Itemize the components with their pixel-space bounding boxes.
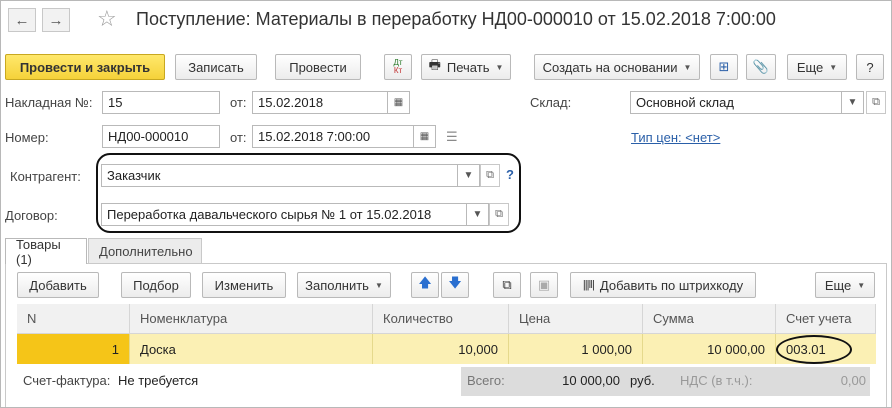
cell-n[interactable]: 1 [17, 334, 130, 364]
help-button[interactable]: ? [856, 54, 884, 80]
page-title: Поступление: Материалы в переработку НД0… [136, 9, 776, 29]
hierarchy-icon: ⊞ [718, 59, 730, 74]
column-header-account[interactable]: Счет учета [776, 304, 876, 334]
invoice-number-field[interactable]: 15 [102, 91, 220, 114]
doc-date-label: от: [230, 130, 247, 145]
column-header-n[interactable]: N [17, 304, 130, 334]
dropdown-caret-icon[interactable]: ▼ [842, 91, 864, 114]
add-row-button[interactable]: Добавить [17, 272, 99, 298]
post-and-close-button[interactable]: Провести и закрыть [5, 54, 165, 80]
open-icon[interactable]: ⧉ [480, 164, 500, 187]
cell-price[interactable]: 1 000,00 [509, 334, 643, 364]
dropdown-caret-icon[interactable]: ▼ [458, 164, 480, 187]
doc-datetime-field[interactable]: 15.02.2018 7:00:00 [252, 125, 414, 148]
more-button[interactable]: Еще ▼ [787, 54, 847, 80]
back-button[interactable]: ← [8, 8, 36, 32]
select-button[interactable]: Подбор [121, 272, 191, 298]
arrow-down-icon: 🡇 [448, 275, 462, 290]
back-arrow-icon: ← [14, 11, 30, 29]
tab-goods[interactable]: Товары (1) [5, 237, 87, 267]
invoice-label: Счет-фактура: [23, 373, 111, 388]
warehouse-label: Склад: [530, 95, 572, 110]
invoice-number-label: Накладная №: [5, 95, 93, 110]
cell-quantity[interactable]: 10,000 [373, 334, 509, 364]
dropdown-caret-icon[interactable]: ▼ [467, 203, 489, 226]
number-label: Номер: [5, 130, 49, 145]
dropdown-caret-icon: ▼ [857, 280, 866, 290]
add-by-barcode-label: Добавить по штрихкоду [599, 277, 744, 293]
table-more-label: Еще [824, 277, 852, 293]
tab-additional[interactable]: Дополнительно [88, 238, 202, 264]
dropdown-caret-icon: ▼ [374, 280, 383, 290]
more-label: Еще [796, 59, 824, 75]
forward-arrow-icon: → [48, 11, 64, 29]
comment-icon[interactable]: ☰ [446, 129, 458, 145]
copy-row-button[interactable]: ⧉ [493, 272, 521, 298]
move-down-button[interactable]: 🡇 [441, 272, 469, 298]
column-header-quantity[interactable]: Количество [373, 304, 509, 334]
cell-sum[interactable]: 10 000,00 [643, 334, 776, 364]
forward-button[interactable]: → [42, 8, 70, 32]
invoice-date-label: от: [230, 95, 247, 110]
dropdown-caret-icon: ▼ [829, 62, 838, 72]
paste-button[interactable]: ▣ [530, 272, 558, 298]
contract-label: Договор: [5, 208, 58, 223]
total-value: 10 000,00 [562, 373, 620, 388]
copy-icon: ⧉ [502, 277, 512, 292]
create-based-on-button[interactable]: Создать на основании ▼ [534, 54, 700, 80]
contract-field[interactable]: Переработка давальческого сырья № 1 от 1… [101, 203, 467, 226]
dropdown-caret-icon: ▼ [495, 62, 504, 72]
arrow-up-icon: 🡅 [418, 275, 432, 290]
edit-button[interactable]: Изменить [202, 272, 286, 298]
dropdown-caret-icon: ▼ [683, 62, 692, 72]
invoice-date-field[interactable]: 15.02.2018 [252, 91, 388, 114]
vat-label: НДС (в т.ч.): [680, 373, 753, 388]
warehouse-field[interactable]: Основной склад [630, 91, 842, 114]
column-header-sum[interactable]: Сумма [643, 304, 776, 334]
kt-icon: Кт [393, 66, 403, 75]
print-label: Печать [446, 59, 490, 75]
print-button[interactable]: 🖶 Печать ▼ [421, 54, 511, 80]
attachments-button[interactable]: 📎 [746, 54, 776, 80]
counterparty-label: Контрагент: [10, 169, 81, 184]
add-by-barcode-button[interactable]: |||‖| Добавить по штрихкоду [570, 272, 756, 298]
calendar-icon[interactable]: ▦ [414, 125, 436, 148]
open-icon[interactable]: ⧉ [489, 203, 509, 226]
open-icon[interactable]: ⧉ [866, 91, 886, 114]
number-field[interactable]: НД00-000010 [102, 125, 220, 148]
vat-value: 0,00 [840, 373, 866, 388]
invoice-value: Не требуется [118, 373, 199, 388]
help-icon[interactable]: ? [506, 167, 514, 182]
cell-item[interactable]: Доска [130, 334, 373, 364]
currency-label: руб. [630, 373, 655, 388]
post-button[interactable]: Провести [275, 54, 361, 80]
highlight-oval [776, 335, 852, 364]
printer-icon: 🖶 [428, 57, 441, 72]
total-label: Всего: [467, 373, 505, 388]
structure-button[interactable]: ⊞ [710, 54, 738, 80]
save-button[interactable]: Записать [175, 54, 257, 80]
price-type-link[interactable]: Тип цен: <нет> [631, 130, 720, 145]
fill-label: Заполнить [305, 277, 369, 293]
table-more-button[interactable]: Еще ▼ [815, 272, 875, 298]
dt-kt-button[interactable]: Дт Кт [384, 54, 412, 80]
create-based-label: Создать на основании [542, 59, 678, 75]
paperclip-icon: 📎 [752, 59, 770, 74]
counterparty-field[interactable]: Заказчик [101, 164, 458, 187]
fill-button[interactable]: Заполнить ▼ [297, 272, 391, 298]
favorite-star-icon[interactable]: ☆ [97, 6, 117, 32]
move-up-button[interactable]: 🡅 [411, 272, 439, 298]
barcode-icon: |||‖| [582, 279, 595, 291]
column-header-price[interactable]: Цена [509, 304, 643, 334]
calendar-icon[interactable]: ▦ [388, 91, 410, 114]
column-header-item[interactable]: Номенклатура [130, 304, 373, 334]
clipboard-icon: ▣ [537, 277, 551, 292]
